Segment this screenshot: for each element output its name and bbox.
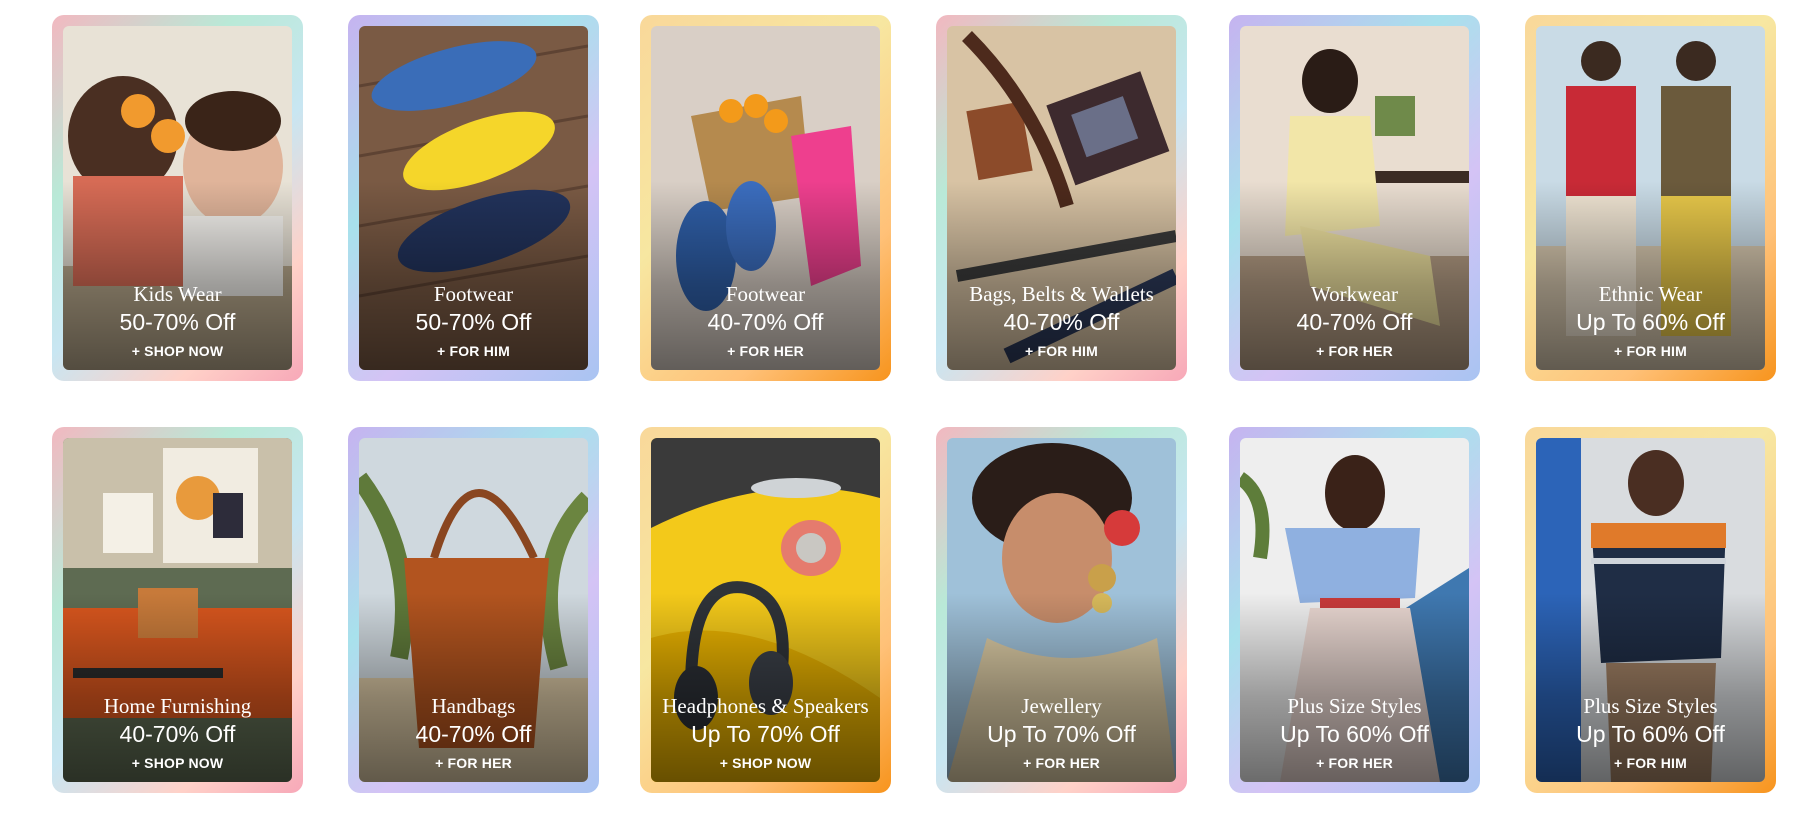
tile-caption: Handbags 40-70% Off + FOR HER bbox=[359, 693, 588, 774]
tile-category-label: Bags, Belts & Wallets bbox=[969, 282, 1154, 306]
tile-photo: Footwear 50-70% Off + FOR HIM bbox=[359, 26, 588, 370]
tile-handbags[interactable]: Handbags 40-70% Off + FOR HER bbox=[348, 427, 599, 793]
tile-caption: Plus Size Styles Up To 60% Off + FOR HER bbox=[1240, 693, 1469, 774]
tile-cta-link[interactable]: + FOR HER bbox=[1240, 340, 1469, 362]
tile-category-label: Plus Size Styles bbox=[1583, 694, 1718, 718]
tile-cta-link[interactable]: + SHOP NOW bbox=[63, 340, 292, 362]
tile-cta-link[interactable]: + FOR HER bbox=[1240, 752, 1469, 774]
tile-photo: Ethnic Wear Up To 60% Off + FOR HIM bbox=[1536, 26, 1765, 370]
tile-photo: Bags, Belts & Wallets 40-70% Off + FOR H… bbox=[947, 26, 1176, 370]
tile-caption: Kids Wear 50-70% Off + SHOP NOW bbox=[63, 281, 292, 362]
tile-offer-label: 40-70% Off bbox=[707, 309, 824, 335]
tile-cta-link[interactable]: + FOR HIM bbox=[1536, 752, 1765, 774]
tile-jewellery[interactable]: Jewellery Up To 70% Off + FOR HER bbox=[936, 427, 1187, 793]
tile-caption: Ethnic Wear Up To 60% Off + FOR HIM bbox=[1536, 281, 1765, 362]
tile-category-label: Footwear bbox=[433, 282, 514, 306]
tile-offer-label: Up To 70% Off bbox=[987, 721, 1136, 747]
category-offers-grid: Kids Wear 50-70% Off + SHOP NOW Footwear bbox=[0, 0, 1805, 817]
tile-photo: Footwear 40-70% Off + FOR HER bbox=[651, 26, 880, 370]
tile-offer-label: Up To 60% Off bbox=[1576, 721, 1725, 747]
tile-footwear-him[interactable]: Footwear 50-70% Off + FOR HIM bbox=[348, 15, 599, 381]
tile-caption: Workwear 40-70% Off + FOR HER bbox=[1240, 281, 1469, 362]
tile-offer-label: 50-70% Off bbox=[415, 309, 532, 335]
tile-cta-link[interactable]: + FOR HER bbox=[359, 752, 588, 774]
tile-cta-link[interactable]: + FOR HIM bbox=[947, 340, 1176, 362]
tile-cta-link[interactable]: + FOR HER bbox=[947, 752, 1176, 774]
tile-caption: Plus Size Styles Up To 60% Off + FOR HIM bbox=[1536, 693, 1765, 774]
tile-offer-label: 40-70% Off bbox=[1003, 309, 1120, 335]
tile-category-label: Ethnic Wear bbox=[1598, 282, 1703, 306]
tile-category-label: Handbags bbox=[431, 694, 516, 718]
tile-category-label: Kids Wear bbox=[133, 282, 222, 306]
tile-photo: Plus Size Styles Up To 60% Off + FOR HER bbox=[1240, 438, 1469, 782]
tile-offer-label: Up To 60% Off bbox=[1280, 721, 1429, 747]
tile-ethnic-wear[interactable]: Ethnic Wear Up To 60% Off + FOR HIM bbox=[1525, 15, 1776, 381]
tile-plus-size-him[interactable]: Plus Size Styles Up To 60% Off + FOR HIM bbox=[1525, 427, 1776, 793]
tile-photo: Headphones & Speakers Up To 70% Off + SH… bbox=[651, 438, 880, 782]
tile-home-furnishing[interactable]: Home Furnishing 40-70% Off + SHOP NOW bbox=[52, 427, 303, 793]
tile-category-label: Jewellery bbox=[1021, 694, 1102, 718]
tile-offer-label: 40-70% Off bbox=[119, 721, 236, 747]
tile-bags-belts-wallets[interactable]: Bags, Belts & Wallets 40-70% Off + FOR H… bbox=[936, 15, 1187, 381]
tile-offer-label: 40-70% Off bbox=[415, 721, 532, 747]
tile-photo: Jewellery Up To 70% Off + FOR HER bbox=[947, 438, 1176, 782]
tile-photo: Kids Wear 50-70% Off + SHOP NOW bbox=[63, 26, 292, 370]
tile-category-label: Workwear bbox=[1311, 282, 1398, 306]
tile-offer-label: Up To 70% Off bbox=[691, 721, 840, 747]
tile-cta-link[interactable]: + FOR HIM bbox=[1536, 340, 1765, 362]
tile-workwear[interactable]: Workwear 40-70% Off + FOR HER bbox=[1229, 15, 1480, 381]
tile-category-label: Home Furnishing bbox=[103, 694, 252, 718]
tile-category-label: Footwear bbox=[725, 282, 806, 306]
tile-plus-size-her[interactable]: Plus Size Styles Up To 60% Off + FOR HER bbox=[1229, 427, 1480, 793]
tile-photo: Plus Size Styles Up To 60% Off + FOR HIM bbox=[1536, 438, 1765, 782]
tile-offer-label: 50-70% Off bbox=[119, 309, 236, 335]
tile-photo: Home Furnishing 40-70% Off + SHOP NOW bbox=[63, 438, 292, 782]
tile-caption: Bags, Belts & Wallets 40-70% Off + FOR H… bbox=[947, 281, 1176, 362]
tile-caption: Footwear 50-70% Off + FOR HIM bbox=[359, 281, 588, 362]
tile-caption: Jewellery Up To 70% Off + FOR HER bbox=[947, 693, 1176, 774]
tile-cta-link[interactable]: + SHOP NOW bbox=[651, 752, 880, 774]
tile-photo: Workwear 40-70% Off + FOR HER bbox=[1240, 26, 1469, 370]
tile-cta-link[interactable]: + SHOP NOW bbox=[63, 752, 292, 774]
tile-photo: Handbags 40-70% Off + FOR HER bbox=[359, 438, 588, 782]
tile-caption: Home Furnishing 40-70% Off + SHOP NOW bbox=[63, 693, 292, 774]
tile-kids-wear[interactable]: Kids Wear 50-70% Off + SHOP NOW bbox=[52, 15, 303, 381]
tile-caption: Footwear 40-70% Off + FOR HER bbox=[651, 281, 880, 362]
tile-cta-link[interactable]: + FOR HIM bbox=[359, 340, 588, 362]
tile-headphones-speakers[interactable]: Headphones & Speakers Up To 70% Off + SH… bbox=[640, 427, 891, 793]
tile-offer-label: Up To 60% Off bbox=[1576, 309, 1725, 335]
tile-category-label: Headphones & Speakers bbox=[662, 694, 869, 718]
tile-caption: Headphones & Speakers Up To 70% Off + SH… bbox=[651, 693, 880, 774]
tile-category-label: Plus Size Styles bbox=[1287, 694, 1422, 718]
tile-cta-link[interactable]: + FOR HER bbox=[651, 340, 880, 362]
tile-offer-label: 40-70% Off bbox=[1296, 309, 1413, 335]
tile-footwear-her[interactable]: Footwear 40-70% Off + FOR HER bbox=[640, 15, 891, 381]
